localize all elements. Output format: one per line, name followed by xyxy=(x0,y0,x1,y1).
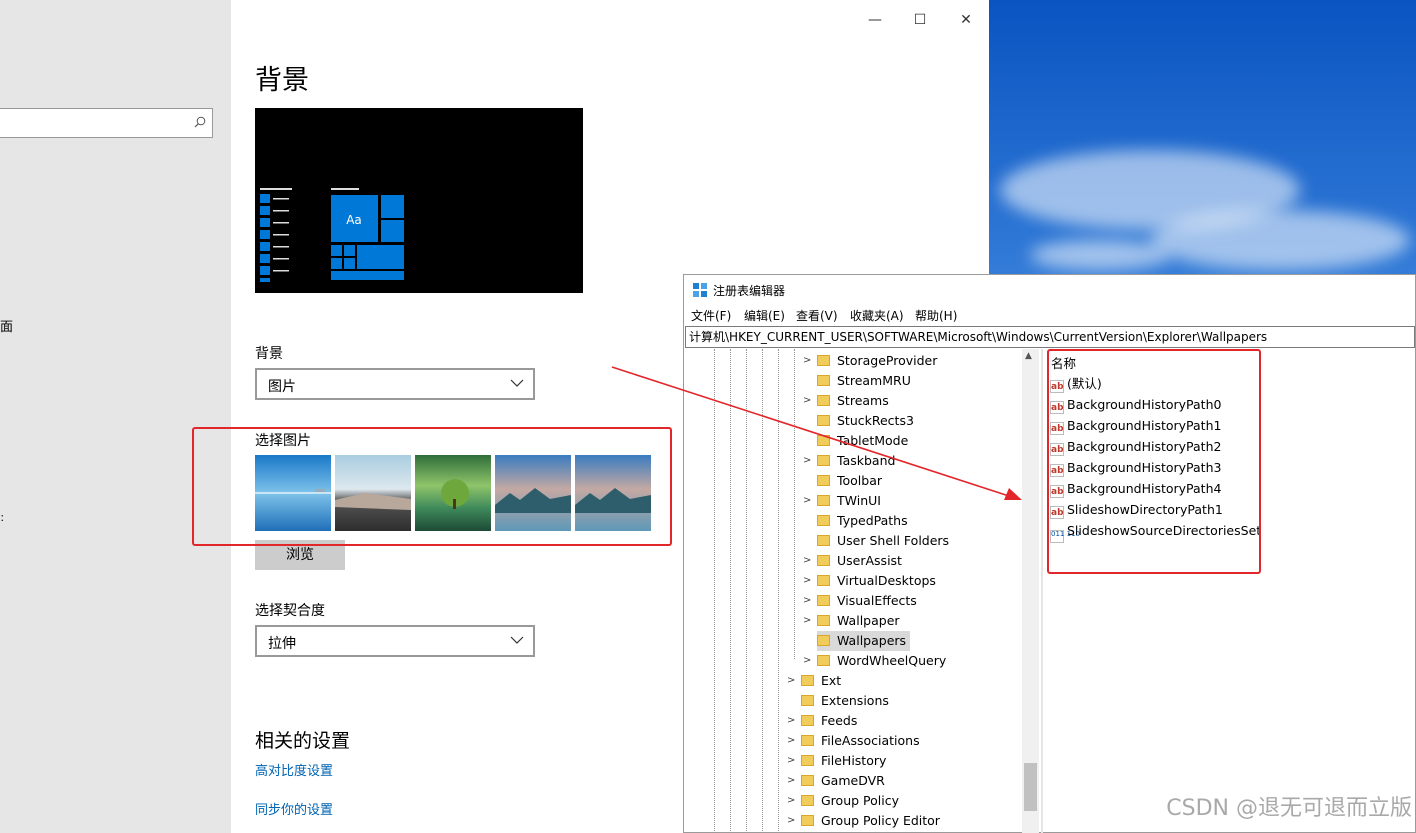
watermark: CSDN @退无可退而立版 xyxy=(1166,796,1412,821)
annotation-arrow xyxy=(611,366,1022,500)
